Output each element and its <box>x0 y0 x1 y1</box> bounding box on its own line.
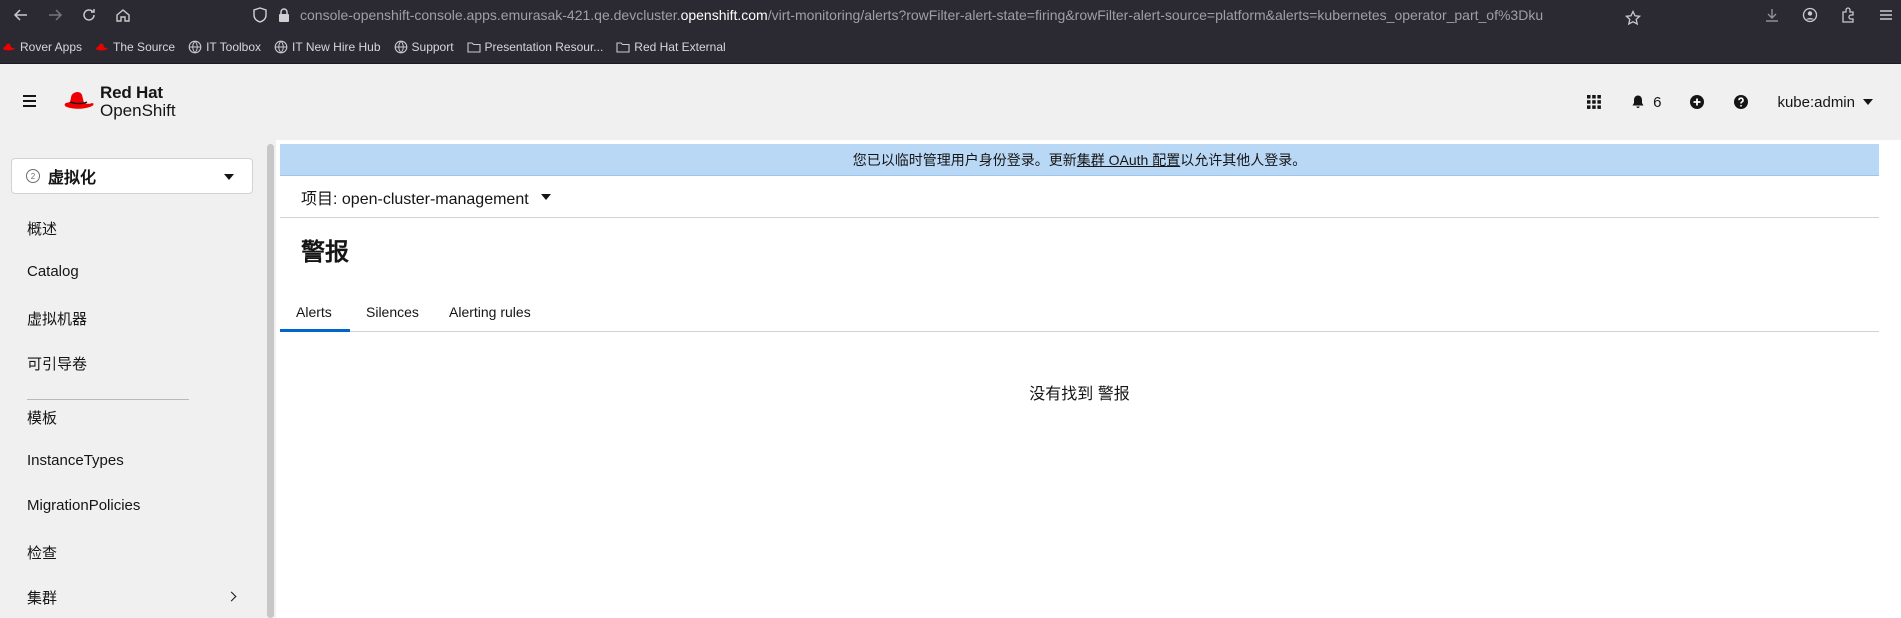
bookmark-support[interactable]: Support <box>394 40 454 54</box>
forward-icon[interactable] <box>42 2 68 28</box>
quick-create-icon[interactable] <box>1689 94 1705 110</box>
bell-icon <box>1632 95 1644 108</box>
banner-text: 您已以临时管理用户身份登录。更新 <box>852 151 1077 168</box>
chevron-right-icon[interactable] <box>226 591 237 602</box>
bookmark-label: Support <box>411 39 454 54</box>
url-bar[interactable]: console-openshift-console.apps.emurasak-… <box>252 3 1632 27</box>
sidebar-item-checkups[interactable]: 检查 <box>27 542 57 563</box>
home-icon[interactable] <box>110 2 136 28</box>
sidebar-item-virtualmachines[interactable]: 虚拟机器 <box>27 308 87 329</box>
redhat-icon <box>95 40 109 54</box>
sidebar-item-bootable-volumes[interactable]: 可引导卷 <box>27 353 87 374</box>
perspective-label: 虚拟化 <box>48 170 97 187</box>
user-menu[interactable]: kube:admin <box>1777 94 1873 111</box>
bookmark-rover-apps[interactable]: Rover Apps <box>2 40 82 54</box>
sidebar-item-instancetypes[interactable]: InstanceTypes <box>27 452 124 469</box>
sidebar-item-overview[interactable]: 概述 <box>27 218 57 239</box>
oauth-config-link[interactable]: 集群 OAuth 配置 <box>1077 150 1180 170</box>
tabs: Alerts Silences Alerting rules <box>280 292 1879 332</box>
notifications-button[interactable]: 6 <box>1630 94 1661 111</box>
bookmark-label: The Source <box>113 39 176 54</box>
project-selector-bar: 项目: open-cluster-management <box>280 176 1879 218</box>
bookmarks-bar: Rover Apps The Source IT Toolbox IT New … <box>0 30 1901 64</box>
url-domain: openshift.com <box>680 7 768 23</box>
caret-down-icon <box>224 174 234 180</box>
product-name: OpenShift <box>100 101 176 120</box>
bookmark-it-new-hire-hub[interactable]: IT New Hire Hub <box>274 39 381 54</box>
redhat-icon <box>2 40 16 54</box>
browser-toolbar: console-openshift-console.apps.emurasak-… <box>0 0 1901 30</box>
main-content: 您已以临时管理用户身份登录。更新 集群 OAuth 配置 以允许其他人登录。 项目:… <box>280 144 1879 618</box>
sidebar-item-migrationpolicies[interactable]: MigrationPolicies <box>27 497 140 514</box>
sidebar-item-cluster[interactable]: 集群 <box>27 587 57 608</box>
back-icon[interactable] <box>8 2 34 28</box>
globe-icon <box>188 40 202 54</box>
url-suffix: /virt-monitoring/alerts?rowFilter-alert-… <box>767 7 1544 23</box>
url-prefix: console-openshift-console.apps.emurasak-… <box>300 7 681 23</box>
bookmark-label: Rover Apps <box>20 39 83 54</box>
app-launcher-icon[interactable] <box>1586 94 1602 110</box>
bookmark-label: Red Hat External <box>634 39 726 54</box>
notification-count: 6 <box>1653 93 1662 111</box>
perspective-icon: 2 <box>26 169 40 183</box>
page-title: 警报 <box>301 239 349 266</box>
sidebar-item-catalog[interactable]: Catalog <box>27 263 79 280</box>
bookmark-the-source[interactable]: The Source <box>95 40 175 54</box>
help-icon[interactable] <box>1733 94 1749 110</box>
globe-icon <box>274 40 288 54</box>
redhat-logo-icon <box>64 91 94 109</box>
reload-icon[interactable] <box>76 2 102 28</box>
masthead: Red Hat OpenShift 6 kube:admin <box>0 64 1901 140</box>
bookmark-presentation-resources[interactable]: Presentation Resour... <box>466 39 604 54</box>
globe-icon <box>394 40 408 54</box>
bookmark-red-hat-external[interactable]: Red Hat External <box>616 39 726 54</box>
sidebar: 2 虚拟化 概述 Catalog 虚拟机器 可引导卷 模板 InstanceTy… <box>0 140 266 618</box>
user-name: kube:admin <box>1777 93 1855 111</box>
menu-icon[interactable] <box>1873 2 1899 28</box>
tab-alerts[interactable]: Alerts <box>296 292 332 332</box>
bookmark-label: Presentation Resour... <box>484 39 604 54</box>
redhat-openshift-logo[interactable]: Red Hat OpenShift <box>62 80 176 124</box>
shield-icon[interactable] <box>252 7 268 23</box>
active-tab-indicator <box>280 329 350 332</box>
sidebar-scrollbar-thumb[interactable] <box>267 144 274 618</box>
folder-icon <box>616 40 630 54</box>
hamburger-menu-icon[interactable] <box>20 91 40 111</box>
bookmark-label: IT New Hire Hub <box>292 39 381 54</box>
sidebar-divider <box>27 399 189 400</box>
banner-text-after: 以允许其他人登录。 <box>1180 151 1307 168</box>
tab-alerting-rules[interactable]: Alerting rules <box>449 292 531 332</box>
lock-icon[interactable] <box>276 7 292 23</box>
perspective-switcher[interactable]: 2 虚拟化 <box>11 158 253 194</box>
bookmark-label: IT Toolbox <box>206 39 262 54</box>
tab-silences[interactable]: Silences <box>366 292 419 332</box>
caret-down-icon[interactable] <box>540 193 551 200</box>
extensions-icon[interactable] <box>1835 2 1861 28</box>
star-icon[interactable] <box>1620 5 1646 31</box>
empty-state-message: 没有找到 警报 <box>1029 386 1130 403</box>
folder-icon <box>466 40 481 54</box>
sidebar-item-templates[interactable]: 模板 <box>27 407 57 428</box>
download-icon[interactable] <box>1759 2 1785 28</box>
account-icon[interactable] <box>1797 2 1823 28</box>
bookmark-it-toolbox[interactable]: IT Toolbox <box>188 40 261 54</box>
project-selector[interactable]: 项目: open-cluster-management <box>301 185 529 209</box>
brand-name: Red Hat <box>100 83 163 102</box>
caret-down-icon <box>1863 99 1873 105</box>
cluster-oauth-banner: 您已以临时管理用户身份登录。更新 集群 OAuth 配置 以允许其他人登录。 <box>280 144 1879 176</box>
